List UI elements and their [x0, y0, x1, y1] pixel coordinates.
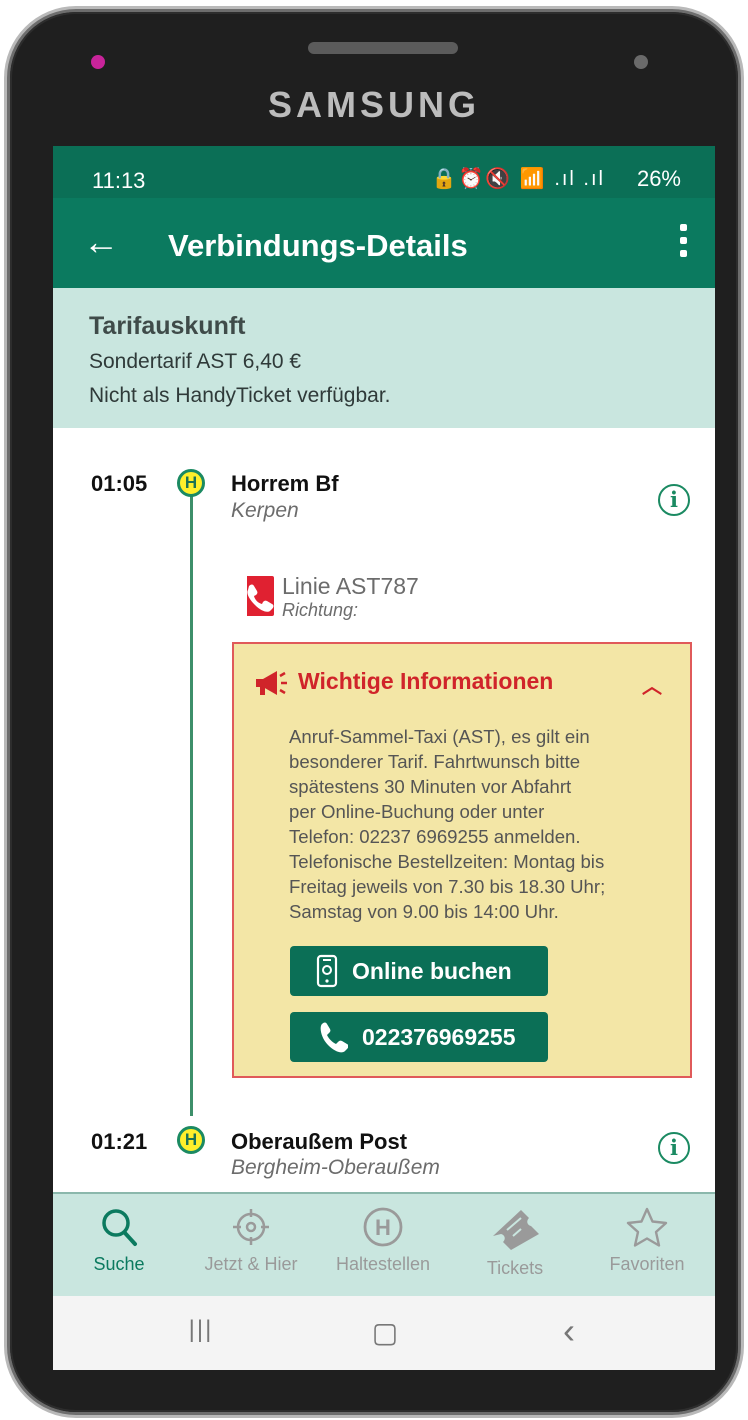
search-icon — [102, 1209, 137, 1246]
location-crosshair-icon — [233, 1209, 269, 1245]
system-navigation-bar: ||| ▢ ‹ — [53, 1296, 715, 1370]
home-button[interactable]: ▢ — [355, 1316, 415, 1349]
page-title: Verbindungs-Details — [168, 228, 468, 263]
system-back-button[interactable]: ‹ — [539, 1310, 599, 1352]
important-info-box: Wichtige Informationen ︿ Anruf-Sammel-Ta… — [232, 642, 692, 1078]
important-info-text: Anruf-Sammel-Taxi (AST), es gilt ein bes… — [289, 726, 606, 922]
device-brand: SAMSUNG — [267, 84, 480, 125]
tarif-panel: Tarifauskunft Sondertarif AST 6,40 € Nic… — [53, 288, 715, 428]
status-icons: 🔒⏰🔇 📶 .ıl .ıl — [431, 168, 605, 190]
nav-tickets[interactable]: Tickets — [449, 1206, 581, 1279]
chevron-up-icon[interactable]: ︿ — [642, 670, 662, 699]
back-arrow-icon[interactable]: ← — [83, 224, 119, 260]
online-booking-button[interactable]: Online buchen — [290, 946, 548, 996]
app-bar: ← Verbindungs-Details — [53, 198, 715, 288]
arrival-stop-city: Bergheim-Oberaußem — [231, 1156, 440, 1179]
svg-text:H: H — [375, 1215, 391, 1240]
ticket-icon — [493, 1210, 539, 1250]
ast-phone-icon — [234, 576, 274, 616]
important-info-header[interactable]: Wichtige Informationen ︿ — [254, 668, 672, 698]
nav-nearby[interactable]: Jetzt & Hier — [185, 1206, 317, 1275]
smartphone-icon — [316, 954, 338, 988]
arrival-time: 01:21 — [91, 1129, 148, 1154]
departure-stop-name[interactable]: Horrem Bf — [231, 471, 339, 497]
arrival-info-icon[interactable]: i — [658, 1132, 690, 1164]
important-info-title: Wichtige Informationen — [298, 668, 554, 694]
line-direction: Richtung: — [282, 600, 359, 620]
stop-h-icon: H — [177, 1126, 205, 1154]
nav-favorites[interactable]: Favoriten — [581, 1206, 713, 1275]
tarif-price: Sondertarif AST 6,40 € — [89, 350, 302, 373]
arrival-stop-name[interactable]: Oberaußem Post — [231, 1129, 407, 1155]
megaphone-icon — [256, 671, 287, 695]
nav-search[interactable]: Suche — [53, 1206, 185, 1275]
tarif-title: Tarifauskunft — [89, 312, 246, 340]
more-options-icon[interactable] — [677, 224, 689, 264]
star-icon — [626, 1207, 668, 1247]
bottom-navigation: Suche Jetzt & Hier H Haltestellen Ticket… — [53, 1192, 715, 1298]
front-camera — [634, 55, 648, 69]
status-time: 11:13 — [92, 168, 146, 193]
phone-icon — [320, 1022, 348, 1053]
earpiece-speaker — [308, 42, 458, 54]
nav-stops[interactable]: H Haltestellen — [317, 1206, 449, 1275]
notification-led — [91, 55, 105, 69]
phone-frame: SAMSUNG 11:13 🔒⏰🔇 📶 .ıl .ıl 26% ← Verbin… — [10, 12, 738, 1412]
call-phone-button[interactable]: 022376969255 — [290, 1012, 548, 1062]
battery-level: 26% — [636, 166, 681, 191]
departure-time: 01:05 — [91, 471, 148, 496]
stop-h-icon: H — [363, 1207, 403, 1247]
line-name: Linie AST787 — [282, 573, 419, 599]
recent-apps-button[interactable]: ||| — [171, 1316, 231, 1344]
status-bar: 11:13 🔒⏰🔇 📶 .ıl .ıl 26% — [53, 146, 715, 198]
stop-h-icon: H — [177, 469, 205, 497]
departure-info-icon[interactable]: i — [658, 484, 690, 516]
tarif-note: Nicht als HandyTicket verfügbar. — [89, 384, 391, 407]
route-timeline — [190, 496, 193, 1116]
departure-stop-city: Kerpen — [231, 499, 299, 522]
screen: 11:13 🔒⏰🔇 📶 .ıl .ıl 26% ← Verbindungs-De… — [53, 146, 715, 1370]
